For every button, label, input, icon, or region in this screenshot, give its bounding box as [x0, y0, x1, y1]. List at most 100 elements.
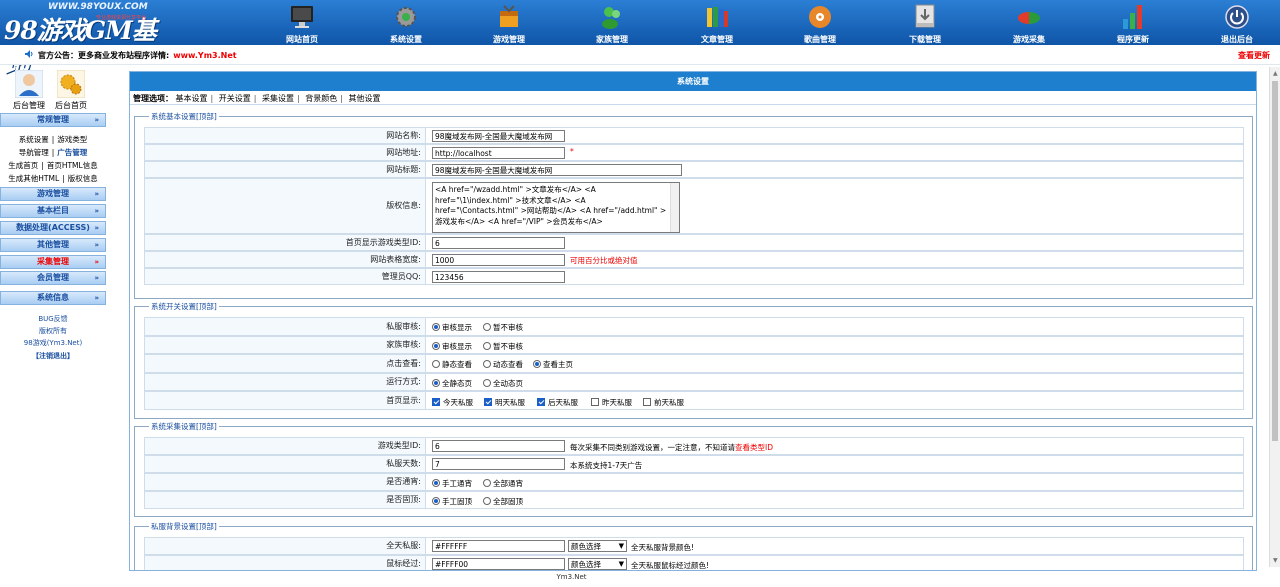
site-name-input[interactable]: 98魔域发布网-全国最大魔域发布网: [432, 130, 565, 142]
check-tomorrow[interactable]: 明天私服: [484, 397, 529, 408]
radio-manual-overnight[interactable]: 手工通宵: [432, 478, 476, 489]
color-select[interactable]: 颜色选择 ▼: [568, 558, 627, 570]
announcement-link[interactable]: www.Ym3.Net: [173, 51, 236, 60]
radio-label: 全部通宵: [493, 479, 523, 488]
site-logo[interactable]: WWW.98YOUX.COM 98游戏GM基地 专业游戏资源分享平台: [4, 2, 169, 81]
radio-static-view[interactable]: 静态查看: [432, 359, 476, 370]
section-member-manage[interactable]: 会员管理 »: [0, 271, 106, 285]
quick-admin-manage[interactable]: 后台管理: [8, 70, 50, 111]
link-ad-manage[interactable]: 广告管理: [57, 148, 87, 157]
site-title-input[interactable]: 98魔域发布网-全国最大魔域发布网: [432, 164, 682, 176]
radio-full-static[interactable]: 全静态页: [432, 378, 476, 389]
site-url-input[interactable]: http://localhost: [432, 147, 565, 159]
link-home-html-info[interactable]: 首页HTML信息: [47, 161, 98, 170]
separator: |: [253, 94, 257, 103]
link-bug-report[interactable]: BUG反馈: [0, 313, 106, 325]
logout-link[interactable]: 【注销退出】: [0, 350, 106, 362]
section-basic-column[interactable]: 基本栏目 »: [0, 204, 106, 218]
radio-audit-none[interactable]: 暂不审核: [483, 322, 527, 333]
scroll-down-icon[interactable]: ▼: [1273, 557, 1278, 564]
nav-song-manage[interactable]: 歌曲管理: [780, 0, 860, 45]
scroll-up-icon[interactable]: ▲: [1273, 70, 1278, 77]
check-day-before[interactable]: 前天私服: [643, 397, 688, 408]
field-label: 家族审核:: [145, 337, 426, 353]
option-other-settings[interactable]: 其他设置: [349, 94, 381, 103]
link-copyright-info[interactable]: 版权信息: [68, 174, 98, 183]
link-game-type[interactable]: 游戏类型: [57, 135, 87, 144]
radio-label: 查看主页: [543, 360, 573, 369]
option-switch-settings[interactable]: 开关设置: [219, 94, 251, 103]
required-mark: *: [570, 147, 574, 156]
nav-logout[interactable]: 退出后台: [1197, 0, 1277, 45]
nav-system-settings[interactable]: 系统设置: [366, 0, 446, 45]
radio-all-pin[interactable]: 全部固顶: [483, 496, 527, 507]
check-update-link[interactable]: 查看更新: [1238, 50, 1270, 61]
radio-label: 全动态页: [493, 379, 523, 388]
section-data-access[interactable]: 数据处理(ACCESS) »: [0, 221, 106, 235]
allday-color-input[interactable]: #FFFFFF: [432, 540, 565, 552]
hover-color-input[interactable]: #FFFF00: [432, 558, 565, 570]
radio-manual-pin[interactable]: 手工固顶: [432, 496, 476, 507]
check-today[interactable]: 今天私服: [432, 397, 477, 408]
radio-family-audit-show[interactable]: 审核显示: [432, 341, 476, 352]
site-credit[interactable]: 98游戏(Ym3.Net): [0, 337, 106, 349]
color-select[interactable]: 颜色选择 ▼: [568, 540, 627, 552]
scroll-thumb[interactable]: [1272, 81, 1278, 441]
field-label: 首页显示游戏类型ID:: [145, 235, 426, 250]
nav-home[interactable]: 网站首页: [262, 0, 342, 45]
radio-family-audit-none[interactable]: 暂不审核: [483, 341, 527, 352]
link-gen-other-html[interactable]: 生成其他HTML: [8, 174, 59, 183]
collect-days-input[interactable]: 7: [432, 458, 565, 470]
admin-qq-input[interactable]: 123456: [432, 271, 565, 283]
option-bg-color[interactable]: 背景颜色: [305, 94, 337, 103]
section-system-info[interactable]: 系统信息 »: [0, 291, 106, 305]
link-system-settings[interactable]: 系统设置: [19, 135, 49, 144]
check-yesterday[interactable]: 昨天私服: [591, 397, 636, 408]
page-scrollbar[interactable]: ▲ ▼: [1269, 67, 1280, 567]
checkbox-label: 昨天私服: [602, 398, 632, 407]
radio-audit-show[interactable]: 审核显示: [432, 322, 476, 333]
option-basic-settings[interactable]: 基本设置: [176, 94, 208, 103]
table-width-input[interactable]: 1000: [432, 254, 565, 266]
nav-game-manage[interactable]: 游戏管理: [469, 0, 549, 45]
radio-full-dynamic[interactable]: 全动态页: [483, 378, 527, 389]
radio-dynamic-view[interactable]: 动态查看: [483, 359, 527, 370]
view-type-id-link[interactable]: 查看类型ID: [735, 443, 773, 452]
check-day-after[interactable]: 后天私服: [537, 397, 582, 408]
top-link[interactable]: [顶部]: [196, 522, 217, 531]
section-game-manage[interactable]: 游戏管理 »: [0, 187, 106, 201]
form-row: 运行方式: 全静态页 全动态页: [144, 373, 1244, 391]
nav-label: 下载管理: [909, 35, 941, 44]
section-collect-manage[interactable]: 采集管理 »: [0, 255, 106, 269]
radio-home-view[interactable]: 查看主页: [533, 359, 577, 370]
field-label: 管理员QQ:: [145, 269, 426, 284]
textarea-scrollbar[interactable]: [670, 183, 679, 232]
separator: |: [340, 94, 343, 103]
section-general[interactable]: 常规管理 »: [0, 113, 106, 127]
gears-icon: [57, 70, 85, 98]
nav-family-manage[interactable]: 家族管理: [572, 0, 652, 45]
top-link[interactable]: [顶部]: [196, 112, 217, 121]
link-nav-manage[interactable]: 导航管理: [19, 148, 49, 157]
gear-icon: [396, 7, 416, 27]
copyright-textarea[interactable]: <A href="/wzadd.html" >文章发布</A> <A href=…: [432, 182, 680, 233]
quick-admin-home[interactable]: 后台首页: [50, 70, 92, 111]
radio-label: 动态查看: [493, 360, 523, 369]
collect-capsule-icon: [1018, 12, 1040, 24]
top-link[interactable]: [顶部]: [196, 302, 217, 311]
form-row: 私服审核: 审核显示 暂不审核: [144, 317, 1244, 336]
collect-game-type-input[interactable]: 6: [432, 440, 565, 452]
field-label: 网站标题:: [145, 162, 426, 177]
form-row: 家族审核: 审核显示 暂不审核: [144, 336, 1244, 354]
section-other-manage[interactable]: 其他管理 »: [0, 238, 106, 252]
nav-game-collect[interactable]: 游戏采集: [989, 0, 1069, 45]
nav-article-manage[interactable]: 文章管理: [677, 0, 757, 45]
top-link[interactable]: [顶部]: [196, 422, 217, 431]
home-game-type-input[interactable]: 6: [432, 237, 565, 249]
nav-download-manage[interactable]: 下载管理: [885, 0, 965, 45]
option-collect-settings[interactable]: 采集设置: [262, 94, 294, 103]
radio-all-overnight[interactable]: 全部通宵: [483, 478, 527, 489]
nav-program-update[interactable]: 程序更新: [1093, 0, 1173, 45]
link-gen-home[interactable]: 生成首页: [8, 161, 38, 170]
form-row: 鼠标经过: #FFFF00 颜色选择 ▼ 全天私服鼠标经过颜色!: [144, 555, 1244, 570]
